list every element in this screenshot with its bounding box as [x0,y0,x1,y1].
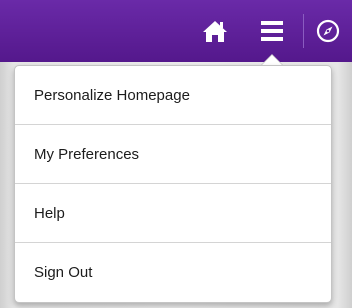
menu-item-personalize-homepage[interactable]: Personalize Homepage [15,66,331,125]
home-icon[interactable] [200,18,230,44]
top-header-bar [0,0,352,62]
menu-item-my-preferences[interactable]: My Preferences [15,125,331,184]
hamburger-menu-icon[interactable] [257,18,287,44]
header-divider [303,14,304,48]
menu-item-sign-out[interactable]: Sign Out [15,243,331,302]
navigator-compass-icon[interactable] [315,18,341,44]
menu-item-help[interactable]: Help [15,184,331,243]
actions-dropdown-menu: Personalize Homepage My Preferences Help… [14,65,332,303]
menu-item-label: Sign Out [34,264,93,281]
menu-item-label: My Preferences [34,145,140,163]
menu-item-label: Help [34,204,65,222]
menu-item-label: Personalize Homepage [34,86,190,104]
